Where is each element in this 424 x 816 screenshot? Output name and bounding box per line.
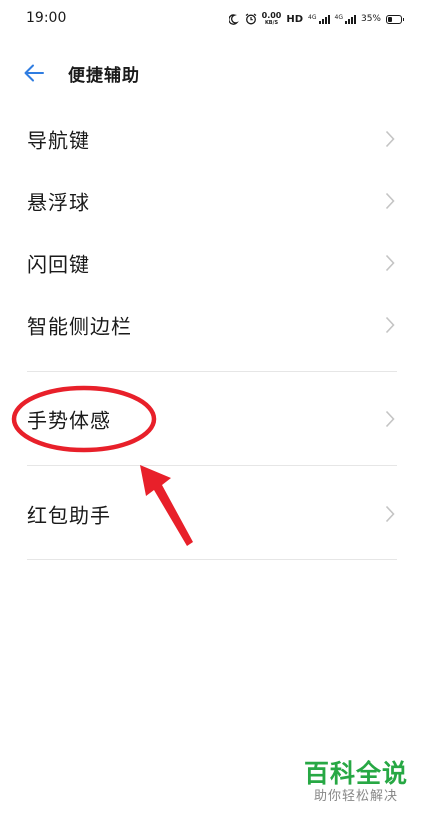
chevron-right-icon — [385, 130, 395, 148]
signal-icon-sim1: 4G — [308, 13, 330, 24]
menu-item-navigation-keys[interactable]: 导航键 — [0, 108, 424, 170]
header: 便捷辅助 — [0, 50, 424, 96]
menu-item-smart-sidebar[interactable]: 智能侧边栏 — [0, 294, 424, 356]
watermark-title: 百科全说 — [303, 759, 408, 788]
menu-item-label: 导航键 — [27, 128, 90, 153]
watermark: 百科全说 助你轻松解决 — [304, 760, 408, 806]
divider — [27, 371, 397, 372]
moon-icon — [228, 13, 239, 25]
signal-icon-sim2: 4G — [334, 13, 356, 24]
net1-label: 4G — [308, 13, 317, 21]
page-title: 便捷辅助 — [68, 66, 140, 86]
back-arrow-icon[interactable] — [22, 62, 46, 84]
hd-indicator: HD — [286, 13, 304, 25]
menu-item-flashback-key[interactable]: 闪回键 — [0, 232, 424, 294]
status-time: 19:00 — [26, 10, 67, 26]
chevron-right-icon — [385, 505, 395, 523]
chevron-right-icon — [385, 410, 395, 428]
menu-item-label: 悬浮球 — [27, 190, 90, 215]
speed-unit: KB/S — [264, 20, 279, 26]
divider — [27, 465, 397, 466]
network-speed: 0.00 KB/S — [261, 11, 282, 27]
menu-item-gestures-motion[interactable]: 手势体感 — [0, 388, 424, 450]
alarm-icon — [245, 13, 256, 25]
net2-label: 4G — [334, 13, 343, 21]
status-bar: 19:00 0.00 KB/S HD 4G 4G 35% — [0, 0, 424, 38]
watermark-subtitle: 助你轻松解决 — [313, 789, 398, 804]
menu-item-floating-ball[interactable]: 悬浮球 — [0, 170, 424, 232]
menu-item-red-packet-assistant[interactable]: 红包助手 — [0, 483, 424, 545]
battery-icon — [386, 14, 404, 24]
status-icons: 0.00 KB/S HD 4G 4G 35% — [228, 9, 404, 29]
battery-percent: 35% — [360, 14, 381, 24]
chevron-right-icon — [385, 316, 395, 334]
divider — [27, 559, 397, 560]
menu-item-label: 智能侧边栏 — [27, 314, 132, 339]
speed-value: 0.00 — [261, 11, 282, 20]
menu-item-label: 闪回键 — [27, 252, 90, 277]
chevron-right-icon — [385, 254, 395, 272]
menu-item-label: 手势体感 — [27, 408, 111, 433]
menu-item-label: 红包助手 — [27, 503, 111, 528]
chevron-right-icon — [385, 192, 395, 210]
